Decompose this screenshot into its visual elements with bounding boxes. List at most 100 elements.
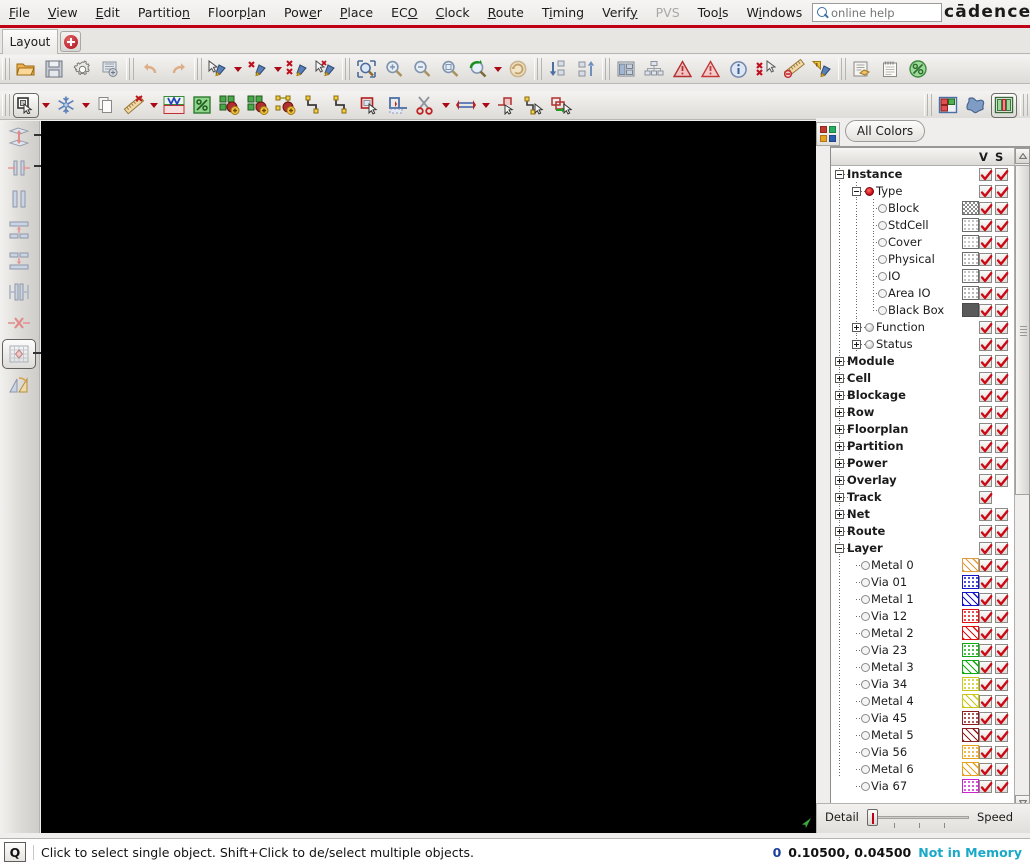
visible-checkbox[interactable] [979,372,993,385]
layer-tree-row[interactable]: Via 34 [831,675,1014,693]
layer-color-swatch[interactable] [962,252,979,266]
add-power-via-icon[interactable] [245,93,271,118]
visible-checkbox[interactable] [979,236,993,249]
selectable-checkbox[interactable] [995,202,1009,215]
clear-ruler-icon[interactable] [809,57,835,82]
scissors-dropdown[interactable] [440,93,451,118]
layer-radio-toggle[interactable] [861,561,870,570]
clear-violations-icon[interactable] [753,57,779,82]
layer-tree-row[interactable]: Via 67 [831,778,1014,795]
menu-floorplan[interactable]: Floorplan [199,3,275,23]
visible-checkbox[interactable] [979,202,993,215]
visible-checkbox[interactable] [979,440,993,453]
layer-tree-body[interactable]: Instance Type Block StdCell Cover Physical IO A… [831,166,1014,810]
menu-clock[interactable]: Clock [427,3,479,23]
selectable-checkbox[interactable] [995,678,1009,691]
visible-checkbox[interactable] [979,508,993,521]
menu-power[interactable]: Power [275,3,331,23]
expand-icon[interactable] [835,476,844,485]
expand-icon[interactable] [835,408,844,417]
layer-tree-row[interactable]: Via 56 [831,743,1014,761]
layer-tree-row[interactable]: Via 45 [831,709,1014,727]
visible-checkbox[interactable] [979,712,993,725]
preferences-gear-icon[interactable] [69,57,95,82]
stretch-dropdown[interactable] [480,93,491,118]
ruler-measure-icon[interactable] [121,93,147,118]
selectable-checkbox[interactable] [995,780,1009,793]
layer-tree-row[interactable]: Layer [831,539,1014,557]
selectable-checkbox[interactable] [995,304,1009,317]
layer-tree-row[interactable]: Via 23 [831,641,1014,659]
zoom-fit-icon[interactable] [353,57,379,82]
flip-layers-icon[interactable] [2,122,42,152]
visible-checkbox[interactable] [979,168,993,181]
visible-checkbox[interactable] [979,355,993,368]
selectable-checkbox[interactable] [995,746,1009,759]
layer-tree-row[interactable]: Metal 3 [831,658,1014,676]
layer-radio-toggle[interactable] [861,782,870,791]
detail-speed-track[interactable] [869,816,969,819]
layer-tree-row[interactable]: Physical [831,250,1014,268]
selectable-checkbox[interactable] [995,542,1009,555]
layer-radio-toggle[interactable] [861,595,870,604]
layer-tree-row[interactable]: Cover [831,233,1014,251]
visible-checkbox[interactable] [979,491,993,504]
layer-tree-row[interactable]: Metal 4 [831,692,1014,710]
layer-radio-toggle[interactable] [861,697,870,706]
expand-icon[interactable] [835,357,844,366]
select-mode-icon[interactable] [13,92,39,118]
layer-color-swatch[interactable] [962,218,979,232]
expand-icon[interactable] [835,459,844,468]
layer-radio-toggle[interactable] [878,238,887,247]
visible-checkbox[interactable] [979,185,993,198]
layer-tree-row[interactable]: Metal 2 [831,624,1014,642]
selectable-checkbox[interactable] [995,270,1009,283]
layer-color-swatch[interactable] [962,728,979,742]
visible-checkbox[interactable] [979,644,993,657]
selectable-checkbox[interactable] [995,661,1009,674]
layer-tree-row[interactable]: Route [831,522,1014,540]
layer-color-swatch[interactable] [962,286,979,300]
layer-tree-row[interactable]: StdCell [831,216,1014,234]
violation-browser-icon[interactable] [669,57,695,82]
pop-up-icon[interactable] [573,57,599,82]
edit-wire-2-icon[interactable] [329,93,355,118]
layer-radio-toggle[interactable] [861,731,870,740]
layer-radio-toggle[interactable] [861,663,870,672]
zoom-selected-icon[interactable] [437,57,463,82]
selectable-checkbox[interactable] [995,253,1009,266]
layer-tree-row[interactable]: Via 12 [831,607,1014,625]
layer-tree-row[interactable]: Metal 6 [831,760,1014,778]
clear-all-highlight-icon[interactable] [285,57,311,82]
selectable-checkbox[interactable] [995,712,1009,725]
info-icon[interactable] [725,57,751,82]
collapse-icon[interactable] [835,544,844,553]
reshape-wire-icon[interactable] [521,93,547,118]
menu-place[interactable]: Place [331,3,382,23]
selectable-checkbox[interactable] [995,627,1009,640]
visible-checkbox[interactable] [979,219,993,232]
trim-wire-icon[interactable] [385,93,411,118]
stretch-wire-icon[interactable] [453,93,479,118]
layer-tree-row[interactable]: Track [831,488,1014,506]
search-input[interactable] [829,4,934,21]
layout-canvas[interactable] [41,121,816,833]
layer-tree-row[interactable]: Type [831,182,1014,200]
push-down-icon[interactable] [545,57,571,82]
layer-tree-row[interactable]: Floorplan [831,420,1014,438]
visible-checkbox[interactable] [979,542,993,555]
selectable-checkbox[interactable] [995,338,1009,351]
visible-checkbox[interactable] [979,780,993,793]
layer-color-swatch[interactable] [962,201,979,215]
layer-tree-row[interactable]: Function [831,318,1014,336]
collapse-icon[interactable] [835,170,844,179]
select-edit-icon[interactable] [205,57,231,82]
selectable-checkbox[interactable] [995,576,1009,589]
visible-checkbox[interactable] [979,423,993,436]
selectable-checkbox[interactable] [995,389,1009,402]
select-highlight-icon[interactable] [313,57,339,82]
move-wire-icon[interactable] [493,93,519,118]
layer-color-swatch[interactable] [962,643,979,657]
snap-grid-icon[interactable] [2,339,41,369]
menu-windows[interactable]: Windows [737,3,811,23]
